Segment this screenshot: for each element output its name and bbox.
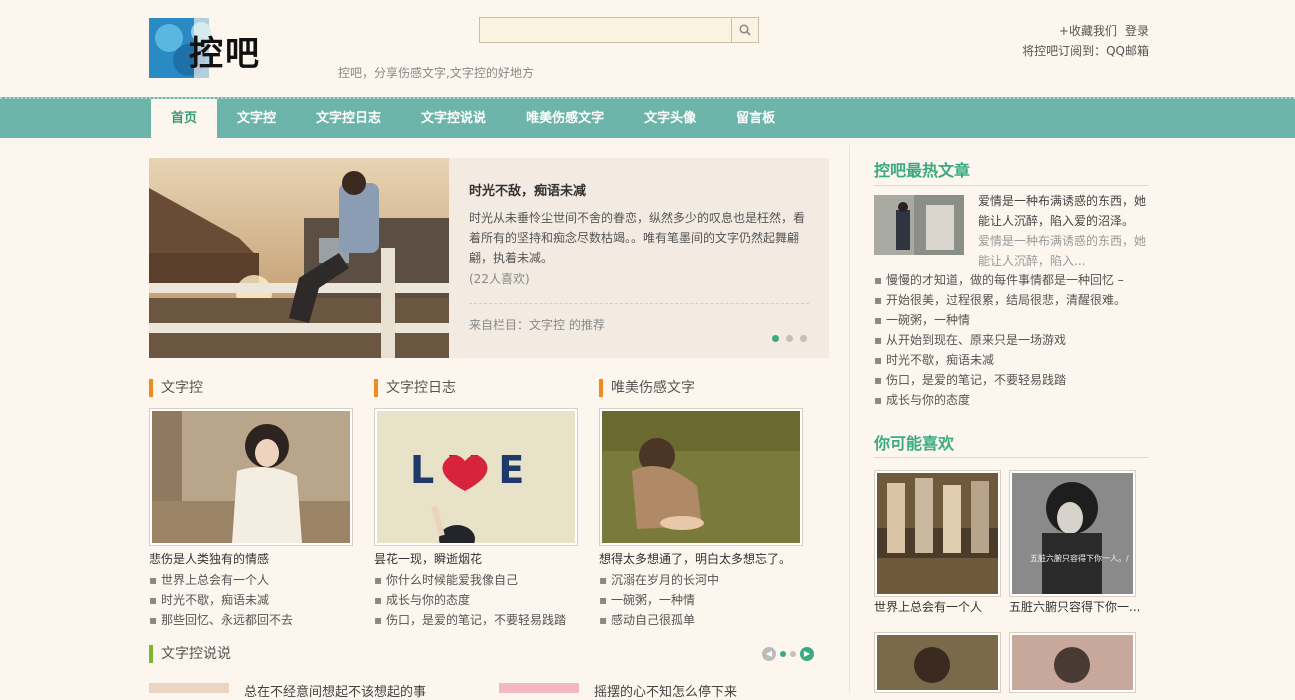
list-item[interactable]: 伤口，是爱的笔记，不要轻易践踏 bbox=[874, 370, 1154, 390]
like-thumb[interactable] bbox=[874, 632, 1001, 693]
pager-dot[interactable] bbox=[800, 335, 807, 342]
featured-pager bbox=[772, 335, 807, 342]
hot-list: 慢慢的才知道，做的每件事情都是一种回忆 – 开始很美，过程很累，结局很悲，清醒很… bbox=[874, 270, 1154, 410]
like-thumb[interactable] bbox=[1009, 632, 1136, 693]
nav-wenzikong[interactable]: 文字控 bbox=[217, 99, 296, 138]
section-list: 沉溺在岁月的长河中 一碗粥，一种情 感动自己很孤单 bbox=[599, 570, 719, 630]
subscribe-link[interactable]: 将控吧订阅到：QQ邮箱 bbox=[1022, 41, 1149, 61]
top-links: +收藏我们 登录 将控吧订阅到：QQ邮箱 bbox=[1022, 21, 1149, 61]
section-list: 你什么时候能爱我像自己 成长与你的态度 伤口，是爱的笔记，不要轻易践踏 bbox=[374, 570, 566, 630]
list-item[interactable]: 慢慢的才知道，做的每件事情都是一种回忆 – bbox=[874, 270, 1154, 290]
like-caption[interactable]: 世界上总会有一个人 bbox=[874, 598, 982, 615]
pager-dot[interactable] bbox=[780, 651, 786, 657]
list-item[interactable]: 世界上总会有一个人 bbox=[149, 570, 293, 590]
pager-dot[interactable] bbox=[786, 335, 793, 342]
shuoshuo-title[interactable]: 总在不经意间想起不该想起的事 bbox=[244, 681, 426, 700]
site-tagline: 控吧，分享伤感文字,文字控的好地方 bbox=[338, 66, 534, 80]
section-thumb[interactable]: LVE bbox=[374, 408, 578, 546]
section-title[interactable]: 文字控日志 bbox=[374, 379, 456, 397]
list-item[interactable]: 沉溺在岁月的长河中 bbox=[599, 570, 719, 590]
nav-guestbook[interactable]: 留言板 bbox=[716, 99, 795, 138]
nav-shuoshuo[interactable]: 文字控说说 bbox=[401, 99, 506, 138]
list-item[interactable]: 一碗粥，一种情 bbox=[874, 310, 1154, 330]
list-item[interactable]: 时光不歇，痴语未减 bbox=[149, 590, 293, 610]
hot-articles-title: 控吧最热文章 bbox=[874, 161, 971, 180]
search-input[interactable] bbox=[480, 18, 733, 42]
sidebar-divider bbox=[849, 145, 850, 693]
main-nav: 首页 文字控 文字控日志 文字控说说 唯美伤感文字 文字头像 留言板 bbox=[0, 97, 1295, 138]
list-item[interactable]: 那些回忆、永远都回不去 bbox=[149, 610, 293, 630]
logo-text: 控吧 bbox=[189, 34, 261, 74]
section-thumb[interactable] bbox=[599, 408, 803, 546]
list-item[interactable]: 感动自己很孤单 bbox=[599, 610, 719, 630]
like-rule bbox=[874, 457, 1149, 458]
featured-article: 时光不敌，痴语未减 时光从未垂怜尘世间不舍的眷恋，纵然多少的叹息也是枉然，看着所… bbox=[449, 158, 829, 358]
shuoshuo-thumb[interactable] bbox=[499, 683, 579, 693]
shuoshuo-title[interactable]: 摇摆的心不知怎么停下来 bbox=[594, 681, 737, 700]
section-caption[interactable]: 悲伤是人类独有的情感 bbox=[149, 550, 269, 567]
list-item[interactable]: 成长与你的态度 bbox=[874, 390, 1154, 410]
next-arrow-icon[interactable]: ▶ bbox=[800, 647, 814, 661]
hot-feature-title[interactable]: 爱情是一种布满诱惑的东西，她能让人沉醉，陷入爱的沼泽。 bbox=[978, 191, 1150, 231]
prev-arrow-icon[interactable]: ◀ bbox=[762, 647, 776, 661]
list-item[interactable]: 伤口，是爱的笔记，不要轻易践踏 bbox=[374, 610, 566, 630]
featured-source: 来自栏目：文字控 的推荐 bbox=[469, 318, 605, 332]
list-item[interactable]: 你什么时候能爱我像自己 bbox=[374, 570, 566, 590]
list-item[interactable]: 从开始到现在、原来只是一场游戏 bbox=[874, 330, 1154, 350]
list-item[interactable]: 成长与你的态度 bbox=[374, 590, 566, 610]
you-may-like-title: 你可能喜欢 bbox=[874, 434, 955, 453]
section-title[interactable]: 文字控说说 bbox=[149, 645, 231, 663]
nav-sad-text[interactable]: 唯美伤感文字 bbox=[506, 99, 624, 138]
like-thumb[interactable]: 五脏六腑只容得下你一人。/ bbox=[1009, 470, 1136, 597]
like-thumb[interactable] bbox=[874, 470, 1001, 597]
section-list: 世界上总会有一个人 时光不歇，痴语未减 那些回忆、永远都回不去 bbox=[149, 570, 293, 630]
featured-image[interactable] bbox=[149, 158, 449, 358]
nav-avatar[interactable]: 文字头像 bbox=[624, 99, 716, 138]
login-link[interactable]: 登录 bbox=[1125, 24, 1149, 38]
search-icon bbox=[739, 24, 751, 36]
section-title[interactable]: 文字控 bbox=[149, 379, 203, 397]
like-overlay-text: 五脏六腑只容得下你一人。/ bbox=[1030, 554, 1129, 563]
hot-rule bbox=[874, 185, 1149, 186]
list-item[interactable]: 时光不歇，痴语未减 bbox=[874, 350, 1154, 370]
section-thumb[interactable] bbox=[149, 408, 353, 546]
hot-feature-thumb[interactable] bbox=[874, 195, 964, 255]
shuoshuo-thumb[interactable] bbox=[149, 683, 229, 693]
nav-diary[interactable]: 文字控日志 bbox=[296, 99, 401, 138]
pager-dot[interactable] bbox=[772, 335, 779, 342]
section-caption[interactable]: 昙花一现，瞬逝烟花 bbox=[374, 550, 482, 567]
list-item[interactable]: 开始很美，过程很累，结局很悲，清醒很难。 bbox=[874, 290, 1154, 310]
featured-text: 时光从未垂怜尘世间不舍的眷恋，纵然多少的叹息也是枉然，看着所有的坚持和痴念尽数枯… bbox=[469, 211, 806, 265]
featured-divider bbox=[469, 303, 809, 304]
favorite-link[interactable]: +收藏我们 bbox=[1059, 24, 1117, 38]
site-logo[interactable]: 控吧 bbox=[149, 18, 265, 78]
nav-home[interactable]: 首页 bbox=[151, 99, 218, 138]
search-box bbox=[479, 17, 759, 43]
pager-dot[interactable] bbox=[790, 651, 796, 657]
section-caption[interactable]: 想得太多想通了，明白太多想忘了。 bbox=[599, 550, 791, 567]
search-button[interactable] bbox=[731, 18, 758, 42]
like-caption[interactable]: 五脏六腑只容得下你一... bbox=[1009, 598, 1140, 615]
list-item[interactable]: 一碗粥，一种情 bbox=[599, 590, 719, 610]
bottom-pager: ◀ ▶ bbox=[762, 647, 814, 661]
hot-feature-excerpt: 爱情是一种布满诱惑的东西，她能让人沉醉，陷入... bbox=[978, 234, 1147, 268]
featured-likes: (22人喜欢) bbox=[469, 272, 530, 286]
featured-title[interactable]: 时光不敌，痴语未减 bbox=[469, 180, 586, 199]
section-title[interactable]: 唯美伤感文字 bbox=[599, 379, 695, 397]
